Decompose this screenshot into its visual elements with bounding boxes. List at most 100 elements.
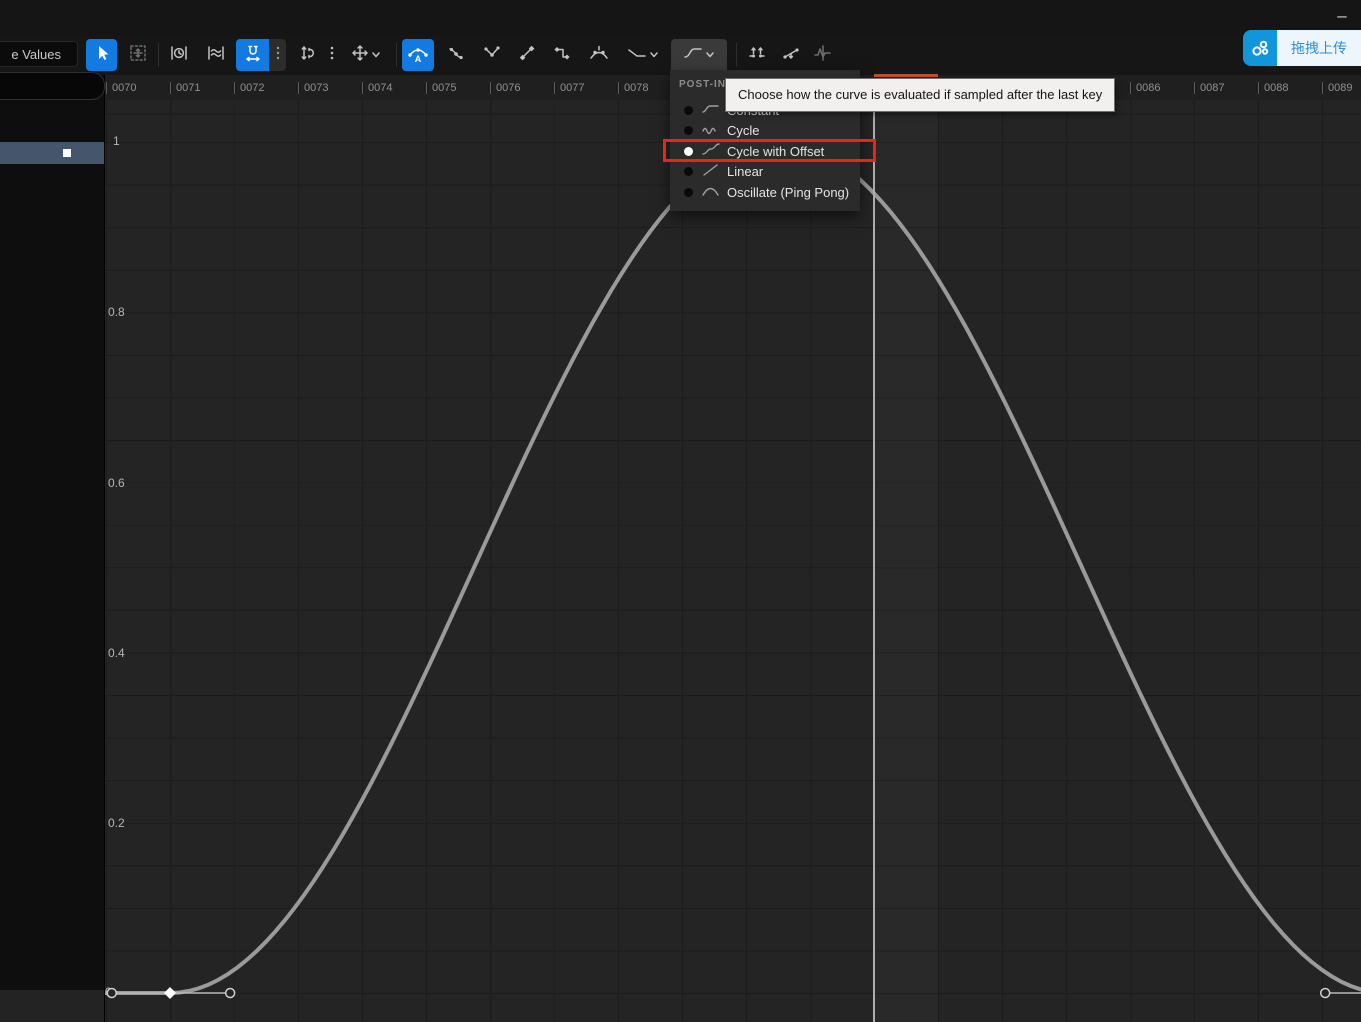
normalized-view-button[interactable] [199,39,232,71]
ruler-frame-cell: 0076 [490,75,554,100]
curve-filter-icon [812,43,834,68]
oscillate-curve-icon [702,183,722,201]
cycle-curve-icon [702,122,722,140]
weighted-tangent-icon [588,43,610,68]
ruler-tick [1130,82,1131,94]
track-color-swatch [63,149,71,157]
chevron-down-icon [648,46,660,64]
current-frame-band [874,100,938,1022]
ellipsis-v-icon [275,43,281,68]
marquee-move-tool-button[interactable] [122,39,153,71]
break-tangent-icon [482,43,502,68]
tooltip: Choose how the curve is evaluated if sam… [725,78,1115,112]
toolbar-separator [736,43,737,67]
annotation-highlight-rectangle [663,139,876,162]
ruler-frame-label: 0086 [1136,82,1160,94]
constant-tangent-icon [552,43,572,68]
ruler-tick [362,82,363,94]
y-axis-label: 0.4 [108,646,142,660]
ruler-frame-label: 0071 [176,82,200,94]
constant-tangent-button[interactable] [546,39,578,71]
menu-item-cycle[interactable]: Cycle [670,121,860,141]
y-axis-label: 1 [113,134,147,148]
ruler-frame-label: 0089 [1328,82,1352,94]
curve-tree-panel [0,75,105,1022]
ruler-tick [1322,82,1323,94]
ruler-tick [1194,82,1195,94]
ruler-frame-cell: 0070 [106,75,170,100]
toolbar-separator [396,43,397,67]
post-infinity-button[interactable] [671,39,727,71]
linear-curve-icon [702,163,722,181]
ruler-frame-label: 0072 [240,82,264,94]
chevron-down-icon [370,46,382,64]
ruler-tick [618,82,619,94]
radio-icon [684,106,693,115]
break-tangent-button[interactable] [476,39,508,71]
snap-time-options-button[interactable] [269,39,286,71]
ruler-frame-cell: 0071 [170,75,234,100]
cloud-upload-widget[interactable]: 拖拽上传 [1243,30,1361,66]
snap-value-icon [298,43,318,68]
ellipsis-v-icon [329,43,335,68]
ruler-frame-cell: 0087 [1194,75,1258,100]
weighted-tangent-button[interactable] [582,39,615,71]
ruler-frame-label: 0078 [624,82,648,94]
y-axis-label: 0.8 [108,305,142,319]
ruler-frame-label: 0077 [560,82,584,94]
radio-icon [684,167,693,176]
window-titlebar [0,0,1361,35]
curve-filter-button[interactable] [807,39,839,71]
select-tool-button[interactable] [86,39,117,71]
y-axis-label: 0.6 [108,476,142,490]
minimize-button[interactable]: – [1330,4,1354,28]
tree-search-input[interactable] [0,72,105,100]
waves-icon [205,43,227,68]
chevron-down-icon [704,46,716,64]
ruler-frame-label: 0088 [1264,82,1288,94]
constant-curve-icon [702,101,722,119]
snap-value-button[interactable] [292,39,323,71]
ruler-frame-cell: 0075 [426,75,490,100]
drag-upload-button[interactable]: 拖拽上传 [1277,30,1361,66]
post-infinity-icon [682,43,704,68]
ruler-frame-cell: 0086 [1130,75,1194,100]
transform-tools-button[interactable] [342,39,390,71]
auto-tangent-button[interactable]: A [402,39,434,71]
straighten-tangents-button[interactable] [775,39,806,71]
linear-tangent-icon [517,43,537,68]
toolbar-separator [158,43,159,67]
snap-options-button[interactable] [325,39,338,71]
ruler-frame-label: 0073 [304,82,328,94]
snap-time-icon [243,43,263,68]
snap-time-button[interactable] [236,39,269,71]
ruler-tick [1258,82,1259,94]
pre-infinity-button[interactable] [620,39,665,71]
baidu-netdisk-icon [1243,30,1277,66]
ruler-frame-label: 0074 [368,82,392,94]
pre-infinity-icon [626,43,648,68]
menu-item-linear[interactable]: Linear [670,162,860,182]
selected-track-row[interactable] [0,142,104,164]
ruler-tick [554,82,555,94]
ruler-frame-label: 0087 [1200,82,1224,94]
smooth-tangent-button[interactable] [440,39,472,71]
curve-graph-surface[interactable] [104,100,1361,1022]
ruler-tick [490,82,491,94]
ruler-frame-label: 0075 [432,82,456,94]
marquee-move-icon [128,43,148,68]
flatten-tangents-button[interactable] [741,39,772,71]
time-range-button[interactable] [162,39,195,71]
move-icon [350,43,370,68]
curve-values-filter[interactable]: e Values [0,41,78,67]
playhead-line[interactable] [873,100,875,1022]
linear-tangent-button[interactable] [511,39,543,71]
auto-tangent-icon: A [407,42,429,69]
playback-range-marker[interactable] [874,74,938,77]
straighten-tangents-icon [781,43,801,68]
ruler-tick [298,82,299,94]
smooth-tangent-icon [446,43,466,68]
ruler-frame-cell: 0072 [234,75,298,100]
menu-item-oscillate[interactable]: Oscillate (Ping Pong) [670,182,860,202]
cursor-icon [92,43,112,68]
